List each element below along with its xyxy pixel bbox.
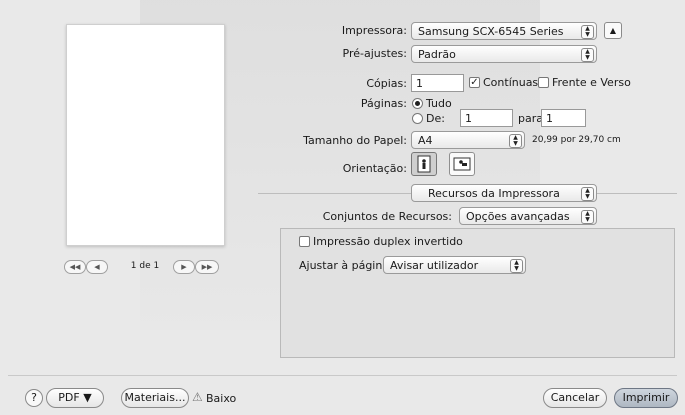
separator-left bbox=[258, 193, 411, 194]
printer-value: Samsung SCX-6545 Series bbox=[418, 25, 564, 38]
printer-select[interactable]: Samsung SCX-6545 Series ▲ ▼ bbox=[411, 22, 597, 40]
disclosure-button[interactable]: ▲ bbox=[604, 22, 622, 39]
presets-select[interactable]: Padrão ▲ ▼ bbox=[411, 45, 597, 63]
section-select[interactable]: Recursos da Impressora ▲ ▼ bbox=[411, 184, 597, 202]
duplex-inverted-label: Impressão duplex invertido bbox=[313, 235, 463, 248]
advanced-options-panel: Impressão duplex invertido Ajustar à pág… bbox=[280, 228, 675, 358]
portrait-icon bbox=[417, 155, 431, 173]
stepper-icon: ▲ ▼ bbox=[581, 25, 594, 39]
paper-size-value: A4 bbox=[418, 134, 433, 147]
help-button[interactable]: ? bbox=[25, 389, 43, 407]
printer-label: Impressora: bbox=[341, 24, 407, 37]
pages-all-label: Tudo bbox=[426, 97, 452, 110]
pages-all-radio[interactable] bbox=[412, 98, 423, 109]
paper-dimensions: 20,99 por 29,70 cm bbox=[532, 135, 621, 145]
next-page-button[interactable]: ▶ bbox=[173, 260, 195, 274]
feature-sets-label: Conjuntos de Recursos: bbox=[322, 210, 452, 223]
feature-sets-select[interactable]: Opções avançadas ▲ ▼ bbox=[459, 207, 597, 225]
first-page-button[interactable]: ◀◀ bbox=[64, 260, 86, 274]
pages-label: Páginas: bbox=[360, 97, 407, 110]
collated-checkbox[interactable]: ✓ bbox=[469, 77, 480, 88]
orientation-portrait-button[interactable] bbox=[411, 152, 437, 176]
pages-from-input[interactable]: 1 bbox=[460, 109, 513, 127]
fit-to-page-label: Ajustar à página: bbox=[299, 259, 393, 272]
triangle-up-icon: ▲ bbox=[609, 26, 617, 35]
orientation-label: Orientação: bbox=[342, 162, 407, 175]
copies-label: Cópias: bbox=[366, 77, 407, 90]
stepper-icon: ▲ ▼ bbox=[509, 134, 522, 148]
landscape-icon bbox=[453, 157, 471, 171]
collated-label: Contínuas bbox=[483, 76, 539, 89]
separator-right bbox=[597, 193, 677, 194]
pages-to-input[interactable]: 1 bbox=[541, 109, 586, 127]
fit-to-page-select[interactable]: Avisar utilizador ▲ ▼ bbox=[383, 256, 526, 274]
last-page-button[interactable]: ▶▶ bbox=[195, 260, 219, 274]
pages-from-label: De: bbox=[426, 112, 445, 125]
print-preview-page bbox=[66, 24, 225, 246]
orientation-landscape-button[interactable] bbox=[449, 152, 475, 176]
paper-size-label: Tamanho do Papel: bbox=[303, 134, 407, 147]
paper-size-select[interactable]: A4 ▲ ▼ bbox=[411, 131, 525, 149]
stepper-icon: ▲ ▼ bbox=[510, 259, 523, 273]
section-value: Recursos da Impressora bbox=[428, 187, 560, 200]
low-supply-label: Baixo bbox=[206, 392, 237, 405]
warning-icon: ⚠ bbox=[192, 390, 203, 404]
duplex-inverted-checkbox[interactable] bbox=[299, 236, 310, 247]
fit-to-page-value: Avisar utilizador bbox=[390, 259, 479, 272]
page-indicator: 1 de 1 bbox=[130, 261, 160, 271]
duplex-label: Frente e Verso bbox=[552, 76, 631, 89]
duplex-checkbox[interactable] bbox=[538, 77, 549, 88]
stepper-icon: ▲ ▼ bbox=[581, 48, 594, 62]
copies-input[interactable]: 1 bbox=[411, 74, 464, 92]
print-button[interactable]: Imprimir bbox=[614, 388, 678, 408]
cancel-button[interactable]: Cancelar bbox=[543, 388, 607, 408]
feature-sets-value: Opções avançadas bbox=[466, 210, 570, 223]
presets-value: Padrão bbox=[418, 48, 456, 61]
footer-separator bbox=[8, 375, 677, 376]
previous-page-button[interactable]: ◀ bbox=[86, 260, 108, 274]
presets-label: Pré-ajustes: bbox=[342, 47, 407, 60]
stepper-icon: ▲ ▼ bbox=[581, 187, 594, 201]
pdf-button[interactable]: PDF ▼ bbox=[46, 388, 104, 408]
stepper-icon: ▲ ▼ bbox=[581, 210, 594, 224]
pages-from-radio[interactable] bbox=[412, 113, 423, 124]
supplies-button[interactable]: Materiais... bbox=[121, 388, 189, 408]
